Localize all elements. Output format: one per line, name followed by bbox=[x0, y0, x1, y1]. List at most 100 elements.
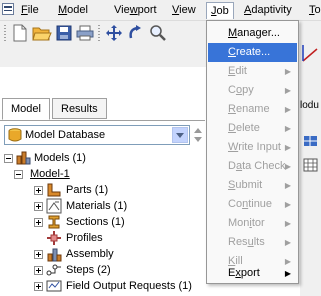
collapse-icon[interactable] bbox=[14, 170, 23, 179]
menu-item-label: Results bbox=[228, 236, 265, 248]
menu-file[interactable]: File bbox=[21, 3, 39, 17]
menu-label: Vie bbox=[114, 4, 130, 16]
menu-item-rename[interactable]: Rename ▶ bbox=[208, 100, 297, 119]
steps-icon bbox=[46, 264, 61, 276]
expand-icon[interactable] bbox=[34, 202, 43, 211]
menu-item-label: Continue bbox=[228, 198, 273, 210]
submenu-arrow-icon: ▶ bbox=[284, 238, 291, 247]
tab-divider bbox=[0, 120, 205, 121]
menu-item-manager[interactable]: Manager... bbox=[208, 24, 297, 43]
toolbar-grip[interactable] bbox=[4, 25, 6, 41]
menu-item-label: Monitor bbox=[228, 217, 265, 229]
menu-label: o bbox=[314, 4, 321, 16]
profiles-icon bbox=[47, 231, 61, 245]
menu-item-label: Edit bbox=[228, 65, 247, 77]
chevron-down-icon[interactable] bbox=[172, 127, 188, 143]
menu-tools[interactable]: To bbox=[309, 3, 321, 17]
tree-node-label: Steps (2) bbox=[66, 264, 111, 276]
spinner-arrows[interactable] bbox=[193, 125, 203, 145]
menu-item-results[interactable]: Results ▶ bbox=[208, 233, 297, 252]
database-icon bbox=[8, 128, 22, 142]
tree-node-label: Field Output Requests (1) bbox=[66, 280, 192, 292]
menu-label: odel bbox=[67, 4, 88, 16]
tree-node-label: Model-1 bbox=[30, 168, 70, 180]
toolbar-grip[interactable] bbox=[98, 25, 100, 41]
tree-node-label: Sections (1) bbox=[66, 216, 125, 228]
tab-model[interactable]: Model bbox=[2, 98, 50, 120]
menu-label: daptivity bbox=[251, 4, 292, 16]
menu-item-label: Export bbox=[228, 267, 260, 279]
grid-icon[interactable] bbox=[303, 157, 319, 173]
axis-icon[interactable] bbox=[300, 43, 321, 65]
submenu-arrow-icon: ▶ bbox=[284, 200, 291, 209]
submenu-arrow-icon: ▶ bbox=[284, 162, 291, 171]
new-file-icon[interactable] bbox=[10, 23, 30, 43]
menu-item-monitor[interactable]: Monitor ▶ bbox=[208, 214, 297, 233]
menu-viewport[interactable]: Viewport bbox=[114, 3, 157, 17]
pan-icon[interactable] bbox=[104, 23, 124, 43]
menu-item-copy[interactable]: Copy ▶ bbox=[208, 81, 297, 100]
menu-item-label: Rename bbox=[228, 103, 270, 115]
submenu-arrow-icon: ▶ bbox=[284, 219, 291, 228]
menu-item-label: Write Input bbox=[228, 141, 281, 153]
rotate-icon[interactable] bbox=[126, 23, 146, 43]
menu-model[interactable]: Model bbox=[58, 3, 88, 17]
tree-node-label: Materials (1) bbox=[66, 200, 128, 212]
menu-item-submit[interactable]: Submit ▶ bbox=[208, 176, 297, 195]
menu-item-label: Create... bbox=[228, 46, 271, 58]
open-folder-icon[interactable] bbox=[32, 23, 52, 43]
submenu-arrow-icon: ▶ bbox=[284, 269, 291, 278]
expand-icon[interactable] bbox=[34, 282, 43, 291]
mesh-icon[interactable] bbox=[303, 133, 319, 149]
materials-icon bbox=[46, 198, 62, 214]
parts-icon bbox=[47, 183, 61, 197]
field-output-icon bbox=[46, 280, 62, 292]
module-toolbar: lodu bbox=[300, 21, 321, 296]
tree-node-label: Profiles bbox=[66, 232, 103, 244]
expand-icon[interactable] bbox=[34, 186, 43, 195]
menu-mnemonic: w bbox=[129, 4, 138, 16]
tab-results[interactable]: Results bbox=[52, 98, 107, 119]
zoom-icon[interactable] bbox=[148, 23, 168, 43]
menu-item-edit[interactable]: Edit ▶ bbox=[208, 62, 297, 81]
menu-item-continue[interactable]: Continue ▶ bbox=[208, 195, 297, 214]
expand-icon[interactable] bbox=[34, 218, 43, 227]
tree-node-label: Parts (1) bbox=[66, 184, 109, 196]
menu-view[interactable]: View bbox=[172, 3, 196, 17]
model-database-select[interactable]: Model Database bbox=[4, 125, 190, 145]
sections-icon bbox=[48, 215, 60, 229]
submenu-arrow-icon: ▶ bbox=[284, 143, 291, 152]
menu-label: ob bbox=[216, 5, 229, 17]
tree-node-label: Models (1) bbox=[34, 152, 86, 164]
menu-item-label: Manager... bbox=[228, 27, 280, 39]
menu-item-delete[interactable]: Delete ▶ bbox=[208, 119, 297, 138]
job-menu: Manager... Create... Edit ▶ Copy ▶ Rename ▶… bbox=[206, 20, 299, 284]
menu-item-label: Data Check bbox=[228, 160, 286, 172]
menu-item-label: Delete bbox=[228, 122, 260, 134]
window-menu-icon[interactable] bbox=[2, 3, 14, 15]
toolbar bbox=[0, 21, 210, 67]
submenu-arrow-icon: ▶ bbox=[284, 181, 291, 190]
collapse-icon[interactable] bbox=[4, 154, 13, 163]
menu-item-data-check[interactable]: Data Check ▶ bbox=[208, 157, 297, 176]
model-tree: Models (1) Model-1 Parts (1) Materials (… bbox=[0, 150, 205, 296]
print-icon[interactable] bbox=[75, 23, 95, 43]
menu-item-export[interactable]: Export ▶ bbox=[208, 264, 297, 283]
menu-adaptivity[interactable]: Adaptivity bbox=[244, 3, 292, 17]
expand-icon[interactable] bbox=[34, 266, 43, 275]
menu-job[interactable]: Job bbox=[206, 2, 234, 19]
menu-item-write-input[interactable]: Write Input ▶ bbox=[208, 138, 297, 157]
menu-item-label: Copy bbox=[228, 84, 254, 96]
expand-icon[interactable] bbox=[34, 250, 43, 259]
menu-mnemonic: F bbox=[21, 4, 28, 16]
model-database-value: Model Database bbox=[25, 129, 106, 141]
menu-mnemonic: M bbox=[58, 4, 68, 16]
submenu-arrow-icon: ▶ bbox=[284, 86, 291, 95]
menu-item-label: Submit bbox=[228, 179, 263, 191]
submenu-arrow-icon: ▶ bbox=[284, 124, 291, 133]
submenu-arrow-icon: ▶ bbox=[284, 67, 291, 76]
menu-label: port bbox=[137, 4, 157, 16]
menu-item-create[interactable]: Create... bbox=[208, 43, 297, 62]
save-icon[interactable] bbox=[54, 23, 74, 43]
submenu-arrow-icon: ▶ bbox=[284, 105, 291, 114]
